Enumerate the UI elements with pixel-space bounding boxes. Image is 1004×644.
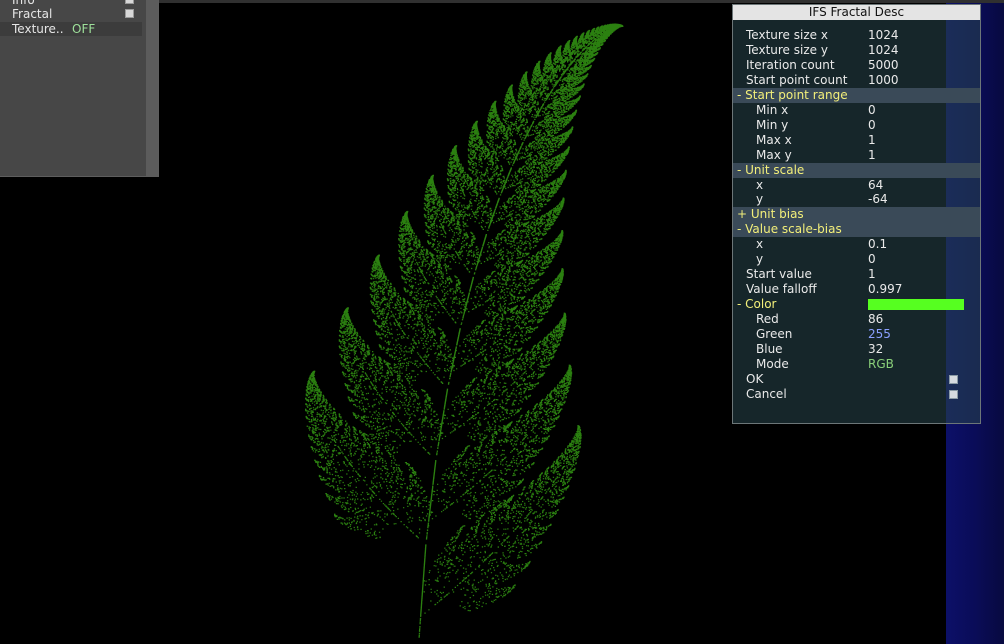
dialog-group-color[interactable]: - Color	[733, 297, 980, 312]
dialog-row-min-y[interactable]: Min y 0	[733, 118, 980, 133]
dialog-row-label: x	[756, 237, 763, 252]
left-panel-item-value: OFF	[72, 22, 95, 36]
dialog-row-value[interactable]: 1024	[868, 43, 899, 58]
fern-points	[305, 24, 623, 637]
dialog-row-label: Cancel	[746, 387, 787, 402]
dialog-row-value[interactable]: 5000	[868, 58, 899, 73]
left-panel-item-label: Info	[12, 0, 35, 7]
dialog-row-label: + Unit bias	[737, 207, 804, 222]
dialog-row-texture-size-y[interactable]: Texture size y 1024	[733, 43, 980, 58]
dialog-row-label: Value falloff	[746, 282, 817, 297]
left-panel-item-label: Texture..	[12, 22, 64, 36]
dialog-row-iteration-count[interactable]: Iteration count 5000	[733, 58, 980, 73]
dialog-row-label: Min y	[756, 118, 788, 133]
dialog-row-value[interactable]: 32	[868, 342, 883, 357]
dialog-row-value[interactable]: 1024	[868, 28, 899, 43]
dialog-row-value[interactable]: 0.1	[868, 237, 887, 252]
dialog-row-y[interactable]: y -64	[733, 192, 980, 207]
dialog-row-red[interactable]: Red 86	[733, 312, 980, 327]
dialog-row-value[interactable]: 1000	[868, 73, 899, 88]
dialog-row-label: Start point count	[746, 73, 847, 88]
fern-fractal-image	[270, 15, 640, 644]
dialog-title: IFS Fractal Desc	[733, 5, 980, 20]
dialog-row-value[interactable]: 0	[868, 118, 876, 133]
dialog-row-max-y[interactable]: Max y 1	[733, 148, 980, 163]
dialog-row-label: y	[756, 252, 763, 267]
dialog-row-label: - Value scale-bias	[737, 222, 842, 237]
dialog-row-mode[interactable]: Mode RGB	[733, 357, 980, 372]
dialog-group-start-point-range[interactable]: - Start point range	[733, 88, 980, 103]
dialog-row-label: Min x	[756, 103, 788, 118]
color-swatch[interactable]	[868, 299, 964, 310]
dialog-row-label: Blue	[756, 342, 783, 357]
dialog-row-label: Mode	[756, 357, 789, 372]
dialog-row-label: Start value	[746, 267, 812, 282]
dialog-row-value[interactable]: 255	[868, 327, 891, 342]
dialog-group-unit-scale[interactable]: - Unit scale	[733, 163, 980, 178]
dialog-row-start-value[interactable]: Start value 1	[733, 267, 980, 282]
dialog-row-label: Max x	[756, 133, 792, 148]
dialog-row-label: Texture size x	[746, 28, 828, 43]
dialog-row-x[interactable]: x 0.1	[733, 237, 980, 252]
dialog-row-value[interactable]: -64	[868, 192, 888, 207]
dialog-row-value[interactable]: 0.997	[868, 282, 902, 297]
dialog-row-value[interactable]: 1	[868, 267, 876, 282]
dialog-row-min-x[interactable]: Min x 0	[733, 103, 980, 118]
left-panel-item-texture[interactable]: Texture.. OFF	[0, 22, 142, 36]
checkbox-icon[interactable]	[125, 9, 134, 18]
left-panel: Info Fractal Texture.. OFF	[0, 0, 159, 177]
dialog-row-value[interactable]: 1	[868, 148, 876, 163]
dialog-row-label: OK	[746, 372, 763, 387]
left-panel-item-info[interactable]: Info	[0, 0, 142, 7]
dialog-row-label: - Start point range	[737, 88, 848, 103]
dialog-group-value-scale-bias[interactable]: - Value scale-bias	[733, 222, 980, 237]
dialog-row-label: x	[756, 178, 763, 193]
dialog-row-label: Red	[756, 312, 779, 327]
checkbox-icon[interactable]	[125, 0, 134, 4]
dialog-row-value[interactable]: 0	[868, 103, 876, 118]
dialog-row-start-point-count[interactable]: Start point count 1000	[733, 73, 980, 88]
left-panel-item-fractal[interactable]: Fractal	[0, 7, 142, 21]
dialog-row-label: - Color	[737, 297, 776, 312]
dialog-row-value[interactable]: RGB	[868, 357, 894, 372]
dialog-row-value[interactable]: 0	[868, 252, 876, 267]
dialog-row-max-x[interactable]: Max x 1	[733, 133, 980, 148]
checkbox-icon[interactable]	[949, 375, 958, 384]
dialog-row-value[interactable]: 1	[868, 133, 876, 148]
ok-button[interactable]: OK	[733, 372, 980, 387]
dialog-row-label: Max y	[756, 148, 792, 163]
dialog-row-x[interactable]: x 64	[733, 178, 980, 193]
left-panel-scrollbar[interactable]	[146, 0, 158, 176]
dialog-row-blue[interactable]: Blue 32	[733, 342, 980, 357]
dialog-row-texture-size-x[interactable]: Texture size x 1024	[733, 28, 980, 43]
dialog-row-value[interactable]: 86	[868, 312, 883, 327]
dialog-row-label: Green	[756, 327, 792, 342]
dialog-row-y[interactable]: y0	[733, 252, 980, 267]
dialog-row-green[interactable]: Green 255	[733, 327, 980, 342]
dialog-row-value[interactable]: 64	[868, 178, 883, 193]
dialog-row-label: - Unit scale	[737, 163, 804, 178]
dialog-row-label: Texture size y	[746, 43, 828, 58]
dialog-row-label: y	[756, 192, 763, 207]
dialog-row-label: Iteration count	[746, 58, 835, 73]
dialog-row-value-falloff[interactable]: Value falloff 0.997	[733, 282, 980, 297]
left-panel-item-label: Fractal	[12, 7, 52, 21]
checkbox-icon[interactable]	[949, 390, 958, 399]
dialog-group-unit-bias[interactable]: + Unit bias	[733, 207, 980, 222]
ifs-fractal-desc-dialog: IFS Fractal Desc Texture size x 1024 Textu…	[732, 4, 981, 424]
cancel-button[interactable]: Cancel	[733, 387, 980, 402]
